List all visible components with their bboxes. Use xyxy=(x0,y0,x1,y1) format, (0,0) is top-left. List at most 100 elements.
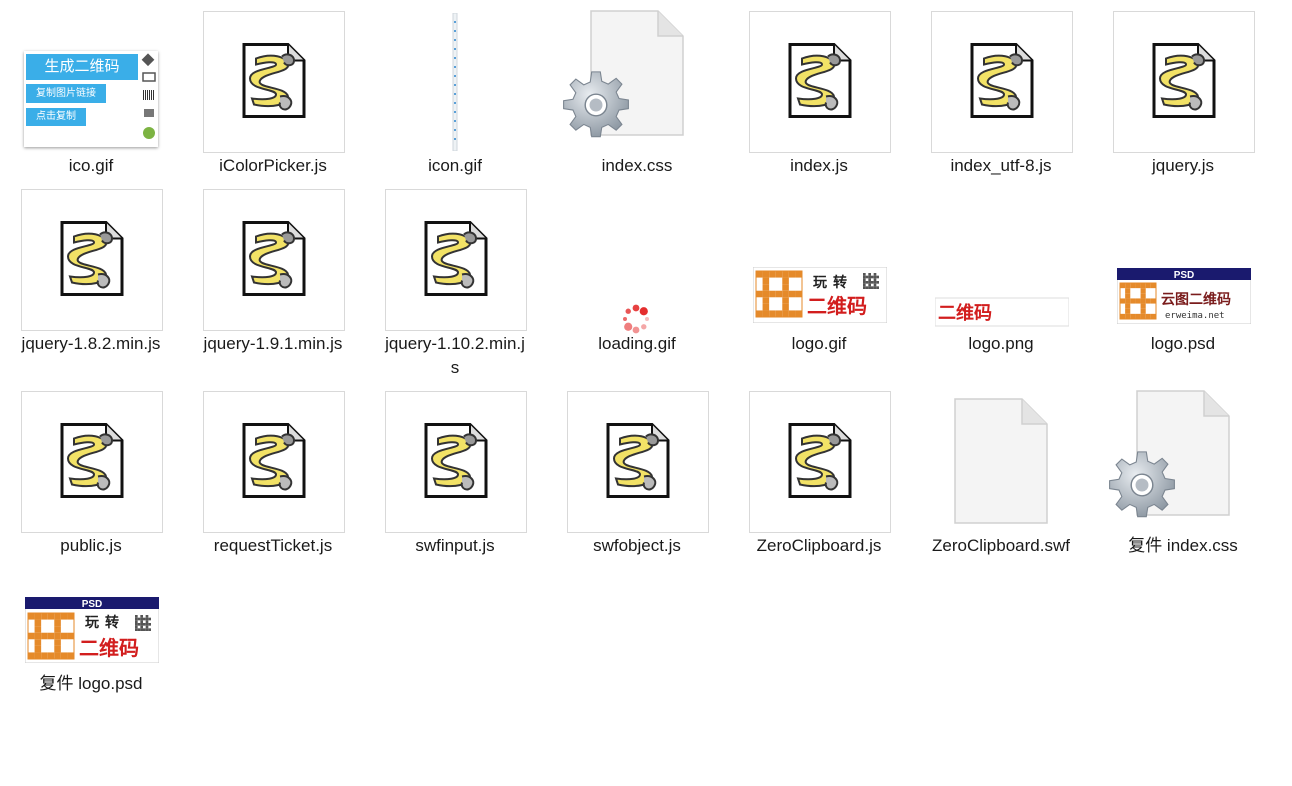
logo-preview: PSD 云图二维码 erweima.net xyxy=(1117,268,1251,324)
logo-url: erweima.net xyxy=(1165,311,1225,321)
file-thumbnail xyxy=(563,10,709,153)
logo-text: 玩 xyxy=(813,275,827,291)
file-thumbnail xyxy=(749,391,891,533)
script-file-icon xyxy=(424,221,488,296)
file-name-label: 复件 logo.psd xyxy=(39,674,143,693)
image-thumbnail xyxy=(567,189,709,334)
script-file-icon xyxy=(60,423,124,498)
preview-button: 点击复制 xyxy=(26,108,86,126)
file-thumbnail xyxy=(203,11,345,153)
script-file-icon xyxy=(1152,43,1216,118)
script-file-icon xyxy=(60,221,124,296)
file-item[interactable]: jquery-1.9.1.min.js xyxy=(182,178,364,378)
logo-preview: 玩 转 二维码 xyxy=(753,267,887,323)
script-file-icon xyxy=(788,43,852,118)
preview-button: 生成二维码 xyxy=(26,54,138,80)
file-name-label: jquery-1.8.2.min.js xyxy=(21,334,161,353)
script-file-icon xyxy=(788,423,852,498)
file-name-label: ZeroClipboard.js xyxy=(756,536,882,555)
file-name-label: index.js xyxy=(790,156,848,175)
file-name-label: ico.gif xyxy=(68,156,114,175)
file-name-label: loading.gif xyxy=(598,334,676,353)
gear-icon xyxy=(1109,451,1175,518)
file-item[interactable]: index.css xyxy=(546,0,728,200)
file-name-label: swfinput.js xyxy=(415,536,495,555)
logo-text: 转 xyxy=(833,274,847,291)
file-name-label: swfobject.js xyxy=(593,536,681,555)
ico-preview: 生成二维码 复制图片链接 点击复制 xyxy=(24,51,158,147)
icon-strip-preview xyxy=(452,13,458,151)
file-item[interactable]: requestTicket.js xyxy=(182,380,364,580)
file-item[interactable]: icon.gif xyxy=(364,0,546,200)
image-thumbnail: PSD 云图二维码 erweima.net xyxy=(1113,189,1255,331)
file-item[interactable]: 玩 转 二维码 logo.gif xyxy=(728,178,910,378)
file-thumbnail xyxy=(931,391,1073,533)
file-thumbnail xyxy=(749,11,891,153)
file-item[interactable]: jquery-1.8.2.min.js xyxy=(0,178,182,378)
file-thumbnail xyxy=(385,189,527,331)
image-thumbnail: 玩 转 二维码 xyxy=(749,189,891,331)
logo-text: 二维码 xyxy=(938,302,992,324)
file-name-label: logo.gif xyxy=(791,334,847,353)
file-item[interactable]: iColorPicker.js xyxy=(182,0,364,200)
file-thumbnail xyxy=(567,391,709,533)
preview-button: 复制图片链接 xyxy=(26,84,106,103)
file-thumbnail xyxy=(931,11,1073,153)
file-name-label: jquery.js xyxy=(1151,156,1215,175)
image-thumbnail xyxy=(385,11,527,153)
side-icons xyxy=(141,53,156,139)
file-name-label: iColorPicker.js xyxy=(219,156,327,175)
file-name-label: icon.gif xyxy=(428,156,482,175)
file-item[interactable]: ZeroClipboard.js xyxy=(728,380,910,580)
logo-text: 二维码 xyxy=(807,294,867,318)
file-item[interactable]: public.js xyxy=(0,380,182,580)
file-item[interactable]: swfobject.js xyxy=(546,380,728,580)
logo-preview: 二维码 xyxy=(935,297,1069,327)
psd-badge: PSD xyxy=(82,599,103,610)
file-grid: 生成二维码 复制图片链接 点击复制 ico.gif iColorPicker.j… xyxy=(0,0,1292,707)
file-name-label: jquery-1.10.2.min.js xyxy=(385,334,525,377)
file-name-label: ZeroClipboard.swf xyxy=(932,536,1070,555)
file-item[interactable]: index_utf-8.js xyxy=(910,0,1092,200)
file-item[interactable]: loading.gif xyxy=(546,178,728,378)
file-name-label: logo.png xyxy=(968,334,1034,353)
file-name-label: requestTicket.js xyxy=(213,536,333,555)
file-item[interactable]: 复件 index.css xyxy=(1092,380,1274,580)
file-item[interactable]: 生成二维码 复制图片链接 点击复制 ico.gif xyxy=(0,0,182,200)
file-name-label: 复件 index.css xyxy=(1128,536,1238,555)
file-item[interactable]: ZeroClipboard.swf xyxy=(910,380,1092,580)
file-thumbnail xyxy=(1109,390,1255,533)
script-file-icon xyxy=(424,423,488,498)
file-name-label: index.css xyxy=(601,156,673,175)
file-thumbnail xyxy=(21,189,163,331)
script-file-icon xyxy=(970,43,1034,118)
image-thumbnail: PSD 玩 转 二维码 xyxy=(21,597,163,677)
file-item[interactable]: index.js xyxy=(728,0,910,200)
psd-badge: PSD xyxy=(1174,270,1195,281)
logo-text: 玩 xyxy=(85,615,99,631)
file-item[interactable]: PSD 云图二维码 erweima.net logo.psd xyxy=(1092,178,1274,378)
document-icon xyxy=(954,398,1048,524)
loading-spinner-preview xyxy=(623,304,649,334)
script-file-icon xyxy=(606,423,670,498)
image-thumbnail: 二维码 xyxy=(931,189,1073,331)
script-file-icon xyxy=(242,423,306,498)
logo-text: 云图二维码 xyxy=(1161,291,1231,308)
file-thumbnail xyxy=(1113,11,1255,153)
file-thumbnail xyxy=(203,189,345,331)
image-thumbnail: 生成二维码 复制图片链接 点击复制 xyxy=(21,11,163,153)
file-item[interactable]: PSD 玩 转 二维码 复件 logo.psd xyxy=(0,586,182,786)
file-item[interactable]: swfinput.js xyxy=(364,380,546,580)
file-item[interactable]: 二维码 logo.png xyxy=(910,178,1092,378)
file-name-label: index_utf-8.js xyxy=(950,156,1052,175)
logo-text: 二维码 xyxy=(79,636,139,660)
logo-text: 转 xyxy=(105,614,119,631)
script-file-icon xyxy=(242,221,306,296)
file-item[interactable]: jquery-1.10.2.min.js xyxy=(364,178,546,378)
script-file-icon xyxy=(242,43,306,118)
file-item[interactable]: jquery.js xyxy=(1092,0,1274,200)
file-thumbnail xyxy=(21,391,163,533)
file-thumbnail xyxy=(385,391,527,533)
file-name-label: jquery-1.9.1.min.js xyxy=(203,334,343,353)
logo-preview: PSD 玩 转 二维码 xyxy=(25,597,159,663)
